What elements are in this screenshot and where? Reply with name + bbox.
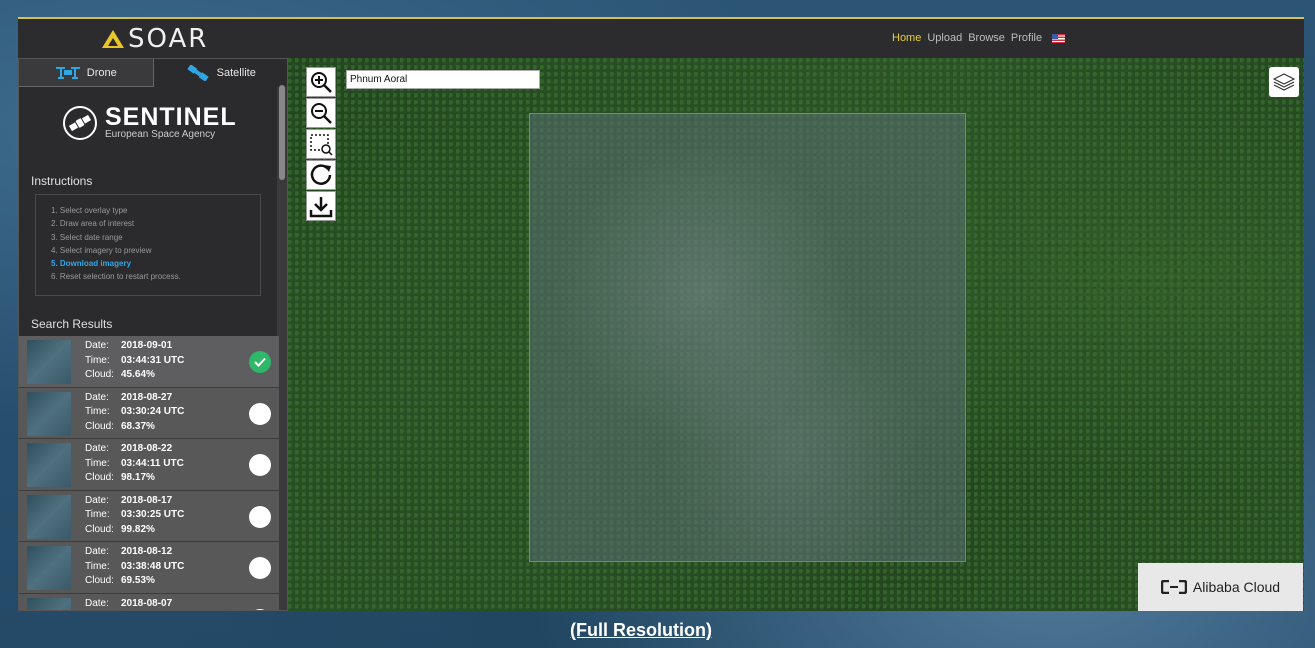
- select-radio[interactable]: [249, 505, 271, 528]
- tab-satellite-label: Satellite: [216, 67, 256, 79]
- result-row[interactable]: Date: 2018-08-07: [19, 593, 279, 610]
- select-radio[interactable]: [249, 454, 271, 476]
- result-time: 03:44:31 UTC: [121, 354, 185, 366]
- source-tabs: Drone Satellite: [19, 59, 287, 87]
- result-time: 03:44:11 UTC: [121, 457, 184, 469]
- instruction-step: 2. Draw area of interest: [51, 219, 135, 229]
- brand-name: SOAR: [128, 24, 209, 54]
- satellite-icon: [186, 65, 209, 81]
- provider-title: SENTINEL: [105, 103, 237, 131]
- cloud-label: Cloud:: [85, 369, 114, 380]
- sidebar: Drone Satellite SENTINEL European Space …: [18, 58, 288, 611]
- instructions-box: 1. Select overlay type 2. Draw area of i…: [35, 194, 261, 296]
- result-time: 03:30:25 UTC: [121, 509, 185, 520]
- tab-drone[interactable]: Drone: [19, 59, 154, 87]
- result-time: 03:30:24 UTC: [121, 406, 185, 417]
- result-cloud: 98.17%: [121, 472, 155, 483]
- zoom-out-icon[interactable]: [306, 98, 336, 128]
- sidebar-scrollbar[interactable]: [279, 85, 285, 180]
- time-label: Time:: [85, 509, 110, 520]
- result-date: 2018-08-27: [121, 391, 173, 403]
- nav-home[interactable]: Home: [892, 32, 921, 44]
- map-toolbar: [306, 67, 338, 222]
- date-label: Date:: [85, 391, 109, 403]
- top-bar: SOAR Home Upload Browse Profile: [18, 17, 1304, 58]
- soar-logo-icon: [102, 30, 124, 48]
- result-row[interactable]: Date: 2018-09-01 Time: 03:44:31 UTC Cloud:…: [19, 336, 279, 388]
- instruction-step: 6. Reset selection to restart process.: [51, 272, 181, 282]
- select-radio[interactable]: [249, 557, 271, 579]
- cloud-label: Cloud:: [85, 575, 114, 586]
- result-thumbnail: [27, 597, 71, 610]
- draw-area-icon[interactable]: [306, 129, 336, 159]
- date-label: Date:: [85, 597, 109, 609]
- nav-browse[interactable]: Browse: [968, 32, 1005, 44]
- time-label: Time:: [85, 406, 110, 417]
- date-label: Date:: [85, 494, 109, 506]
- results-list: Date: 2018-09-01 Time: 03:44:31 UTC Cloud:…: [19, 336, 279, 610]
- result-thumbnail: [27, 494, 71, 539]
- alibaba-cloud-badge[interactable]: Alibaba Cloud: [1138, 563, 1303, 611]
- zoom-in-icon[interactable]: [306, 67, 336, 97]
- cloud-label: Cloud:: [85, 420, 114, 432]
- map-view[interactable]: Alibaba Cloud: [288, 58, 1304, 611]
- select-radio[interactable]: [249, 608, 271, 610]
- result-row[interactable]: Date: 2018-08-27 Time: 03:30:24 UTC Cloud:…: [19, 387, 279, 439]
- results-heading: Search Results: [31, 317, 113, 331]
- time-label: Time:: [85, 560, 110, 572]
- result-cloud: 45.64%: [121, 369, 155, 380]
- result-cloud: 68.37%: [121, 420, 155, 432]
- app-window: SOAR Home Upload Browse Profile Drone Sa…: [18, 17, 1304, 611]
- result-thumbnail: [27, 443, 71, 487]
- cloud-label: Cloud:: [85, 523, 114, 535]
- date-label: Date:: [85, 340, 109, 351]
- cloud-label: Cloud:: [85, 472, 114, 483]
- time-label: Time:: [85, 457, 110, 469]
- result-row[interactable]: Date: 2018-08-12 Time: 03:38:48 UTC Cloud:…: [19, 542, 279, 594]
- result-date: 2018-08-17: [121, 494, 173, 506]
- result-cloud: 99.82%: [121, 523, 155, 535]
- sponsor-name: Alibaba Cloud: [1192, 579, 1281, 595]
- result-date: 2018-08-07: [121, 597, 173, 609]
- reset-icon[interactable]: [306, 160, 336, 190]
- nav-upload[interactable]: Upload: [927, 32, 962, 44]
- result-cloud: 69.53%: [121, 575, 155, 586]
- layers-icon[interactable]: [1269, 67, 1299, 97]
- date-label: Date:: [85, 546, 109, 557]
- result-date: 2018-08-22: [121, 443, 173, 454]
- imagery-overlay: [529, 113, 966, 562]
- date-label: Date:: [85, 443, 109, 454]
- location-search-input[interactable]: [346, 70, 540, 89]
- instructions-heading: Instructions: [31, 174, 93, 188]
- nav-profile[interactable]: Profile: [1011, 32, 1042, 44]
- result-date: 2018-09-01: [121, 340, 173, 351]
- result-thumbnail: [27, 340, 71, 384]
- drone-icon: [55, 66, 80, 79]
- result-row[interactable]: Date: 2018-08-17 Time: 03:30:25 UTC Cloud:…: [19, 490, 279, 542]
- tab-satellite[interactable]: Satellite: [153, 59, 287, 87]
- checkmark-icon[interactable]: [249, 351, 271, 373]
- result-time: 03:38:48 UTC: [121, 560, 185, 572]
- instruction-step: 4. Select imagery to preview: [51, 245, 152, 255]
- main-nav: Home Upload Browse Profile: [892, 32, 1066, 44]
- sentinel-satellite-icon: [63, 106, 97, 140]
- time-label: Time:: [85, 354, 110, 366]
- sentinel-logo: SENTINEL European Space Agency: [63, 105, 237, 141]
- select-radio[interactable]: [249, 402, 271, 425]
- full-resolution-link[interactable]: (Full Resolution): [570, 620, 712, 641]
- result-row[interactable]: Date: 2018-08-22 Time: 03:44:11 UTC Cloud:…: [19, 439, 279, 491]
- alibaba-cloud-icon: [1160, 580, 1187, 594]
- result-thumbnail: [27, 391, 71, 436]
- instruction-step: 3. Select date range: [51, 232, 123, 242]
- instruction-step: 1. Select overlay type: [51, 206, 128, 215]
- tab-drone-label: Drone: [86, 66, 117, 79]
- download-icon[interactable]: [306, 191, 336, 221]
- result-thumbnail: [27, 546, 71, 590]
- instruction-step-active: 5. Download imagery: [51, 259, 132, 269]
- result-date: 2018-08-12: [121, 546, 173, 557]
- us-flag-icon[interactable]: [1052, 34, 1066, 43]
- soar-logo[interactable]: SOAR: [102, 24, 209, 54]
